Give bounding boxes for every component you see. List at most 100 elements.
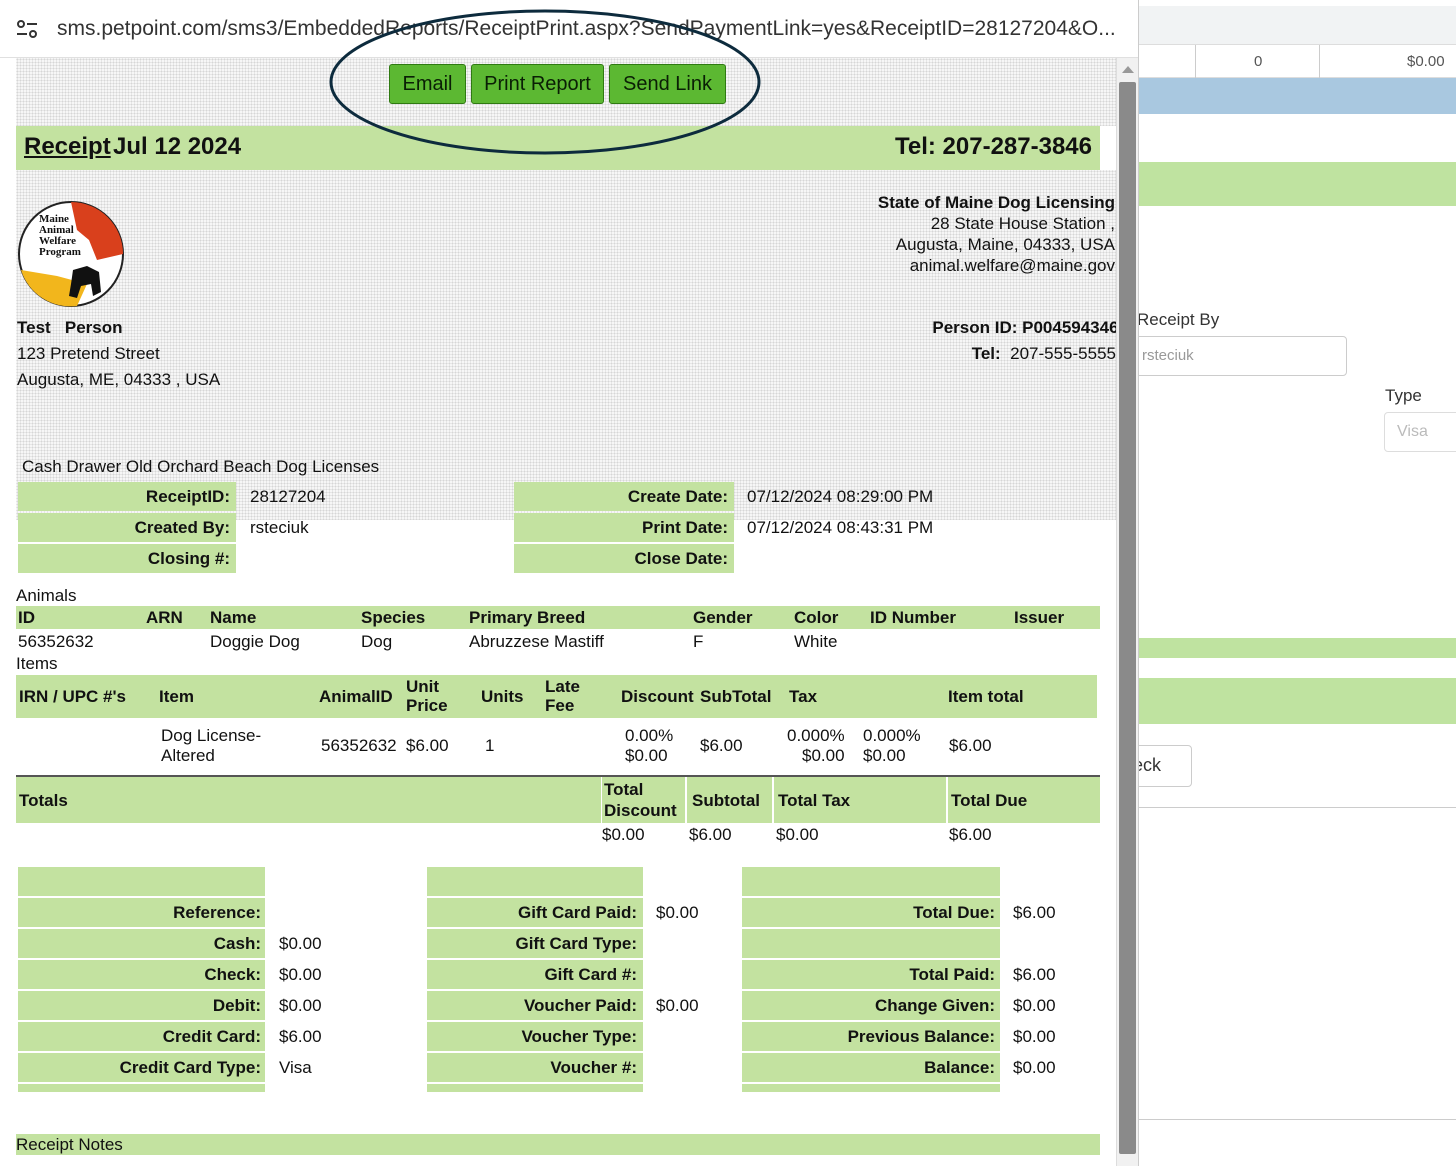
person-address: Test Person 123 Pretend Street Augusta, … bbox=[17, 315, 220, 393]
animals-col-name: Name bbox=[210, 608, 257, 627]
background-amount: $0.00 bbox=[1407, 53, 1445, 70]
background-selected-row bbox=[1139, 78, 1456, 114]
popup-scrollbar[interactable] bbox=[1116, 58, 1138, 1166]
voucher-number-label: Voucher #: bbox=[550, 1058, 637, 1077]
animals-col-arn: ARN bbox=[146, 608, 183, 627]
print-report-button[interactable]: Print Report bbox=[471, 64, 604, 104]
receipt-id-label: ReceiptID: bbox=[18, 482, 236, 511]
person-contact: Person ID: P0045943462 Tel: 207-555-5555 bbox=[932, 315, 1116, 367]
items-header-row: IRN / UPC #'s Item AnimalID Unit Price U… bbox=[16, 675, 1097, 718]
animals-col-id-number: ID Number bbox=[870, 608, 956, 627]
animal-row: 56352632 Doggie Dog Dog Abruzzese Mastif… bbox=[18, 632, 838, 651]
type-label: Type bbox=[1385, 386, 1422, 405]
credit-card-value: $6.00 bbox=[279, 1027, 322, 1046]
subtotal-label: Subtotal bbox=[692, 791, 760, 810]
closing-label: Closing #: bbox=[18, 544, 236, 573]
created-by-label: Created By: bbox=[18, 513, 236, 542]
items-col-subtotal: SubTotal bbox=[700, 687, 772, 706]
previous-balance-label: Previous Balance: bbox=[847, 1027, 995, 1046]
change-given-value: $0.00 bbox=[1013, 996, 1056, 1015]
receipt-notes-label: Receipt Notes bbox=[16, 1135, 123, 1154]
scrollbar-thumb[interactable] bbox=[1119, 82, 1136, 1154]
create-date-label: Create Date: bbox=[514, 482, 734, 511]
cash-drawer: Cash Drawer Old Orchard Beach Dog Licens… bbox=[22, 457, 380, 476]
check-value: $0.00 bbox=[279, 965, 322, 984]
person-name: Test Person bbox=[17, 318, 123, 337]
org-tel: Tel: 207-287-3846 bbox=[894, 133, 1092, 160]
totals-header-row: Totals Total Discount Subtotal Total Tax… bbox=[16, 777, 1100, 823]
receipt-notes-bar: Receipt Notes bbox=[16, 1134, 1100, 1155]
items-col-item: Item bbox=[159, 687, 194, 706]
background-header bbox=[1139, 6, 1456, 44]
receipt-by-input[interactable]: rsteciuk bbox=[1139, 336, 1347, 376]
receipt-toolbar: Email Print Report Send Link bbox=[16, 58, 1116, 126]
animals-col-issuer: Issuer bbox=[1014, 608, 1065, 627]
animals-col-color: Color bbox=[794, 608, 839, 627]
receipt-by-label: Receipt By bbox=[1138, 310, 1220, 329]
cash-label: Cash: bbox=[213, 934, 261, 953]
animals-header-row: ID ARN Name Species Primary Breed Gender… bbox=[16, 606, 1100, 629]
gift-card-paid-value: $0.00 bbox=[656, 903, 699, 922]
type-select[interactable]: Visa bbox=[1384, 412, 1456, 452]
gift-card-type-label: Gift Card Type: bbox=[515, 934, 637, 953]
receipt-date: Jul 12 2024 bbox=[113, 133, 242, 160]
close-date-label: Close Date: bbox=[514, 544, 734, 573]
check-label: Check: bbox=[204, 965, 261, 984]
svg-text:Program: Program bbox=[39, 246, 81, 258]
email-button[interactable]: Email bbox=[389, 64, 466, 104]
subtotal-value: $6.00 bbox=[689, 825, 732, 844]
previous-balance-value: $0.00 bbox=[1013, 1027, 1056, 1046]
items-section-label: Items bbox=[16, 654, 58, 673]
credit-card-label: Credit Card: bbox=[162, 1027, 261, 1046]
summary-total-due-label: Total Due: bbox=[913, 903, 995, 922]
debit-label: Debit: bbox=[212, 996, 261, 1015]
site-settings-icon[interactable] bbox=[16, 19, 38, 39]
create-date-value: 07/12/2024 08:29:00 PM bbox=[747, 487, 934, 506]
items-col-irn: IRN / UPC #'s bbox=[19, 687, 127, 706]
url-text[interactable]: sms.petpoint.com/sms3/EmbeddedReports/Re… bbox=[57, 17, 1117, 41]
balance-label: Balance: bbox=[924, 1058, 995, 1077]
created-by-value: rsteciuk bbox=[250, 518, 309, 537]
item-row: Dog License-Altered 56352632 $6.00 1 0.0… bbox=[161, 726, 992, 765]
receipt-title-link[interactable]: Receipt bbox=[24, 133, 111, 161]
reference-label: Reference: bbox=[173, 903, 261, 922]
credit-card-type-value: Visa bbox=[279, 1058, 312, 1077]
items-col-tax: Tax bbox=[789, 687, 818, 706]
items-col-late-fee: Late Fee bbox=[545, 677, 580, 715]
animals-col-gender: Gender bbox=[693, 608, 753, 627]
total-paid-label: Total Paid: bbox=[909, 965, 995, 984]
address-bar[interactable]: sms.petpoint.com/sms3/EmbeddedReports/Re… bbox=[0, 0, 1138, 58]
person-city: Augusta, ME, 04333 , USA bbox=[17, 370, 221, 389]
total-due-label: Total Due bbox=[951, 791, 1028, 810]
total-due-value: $6.00 bbox=[949, 825, 992, 844]
animals-section-label: Animals bbox=[16, 586, 77, 605]
print-date-value: 07/12/2024 08:43:31 PM bbox=[747, 518, 934, 537]
items-col-units: Units bbox=[481, 687, 524, 706]
receipt-title-bar: Receipt Jul 12 2024 Tel: 207-287-3846 bbox=[16, 126, 1100, 170]
print-date-label: Print Date: bbox=[514, 513, 734, 542]
balance-value: $0.00 bbox=[1013, 1058, 1056, 1077]
total-discount-value: $0.00 bbox=[602, 825, 645, 844]
animals-col-id: ID bbox=[18, 608, 35, 627]
items-col-unit-price: Unit Price bbox=[406, 677, 448, 715]
org-name: State of Maine Dog Licensing bbox=[877, 193, 1115, 212]
scroll-up-arrow-icon[interactable] bbox=[1122, 66, 1134, 73]
send-link-button[interactable]: Send Link bbox=[609, 64, 726, 104]
total-tax-value: $0.00 bbox=[776, 825, 819, 844]
person-id: Person ID: P0045943462 bbox=[932, 318, 1116, 337]
animals-col-species: Species bbox=[361, 608, 426, 627]
change-given-label: Change Given: bbox=[875, 996, 995, 1015]
maine-animal-welfare-logo: Maine Animal Welfare Program bbox=[18, 201, 124, 307]
items-col-item-total: Item total bbox=[948, 687, 1024, 706]
background-band-3 bbox=[1139, 678, 1456, 724]
voucher-paid-label: Voucher Paid: bbox=[523, 996, 637, 1015]
org-email: animal.welfare@maine.gov bbox=[909, 256, 1115, 275]
receipt-id-value: 28127204 bbox=[250, 487, 326, 506]
check-button[interactable]: Check bbox=[1139, 745, 1192, 787]
cash-value: $0.00 bbox=[279, 934, 322, 953]
totals-label: Totals bbox=[19, 791, 68, 810]
animals-col-breed: Primary Breed bbox=[469, 608, 586, 627]
background-page: 0 $0.00 Receipt By rsteciuk Type Visa Ch… bbox=[1138, 0, 1456, 1166]
voucher-type-label: Voucher Type: bbox=[521, 1027, 637, 1046]
voucher-paid-value: $0.00 bbox=[656, 996, 699, 1015]
